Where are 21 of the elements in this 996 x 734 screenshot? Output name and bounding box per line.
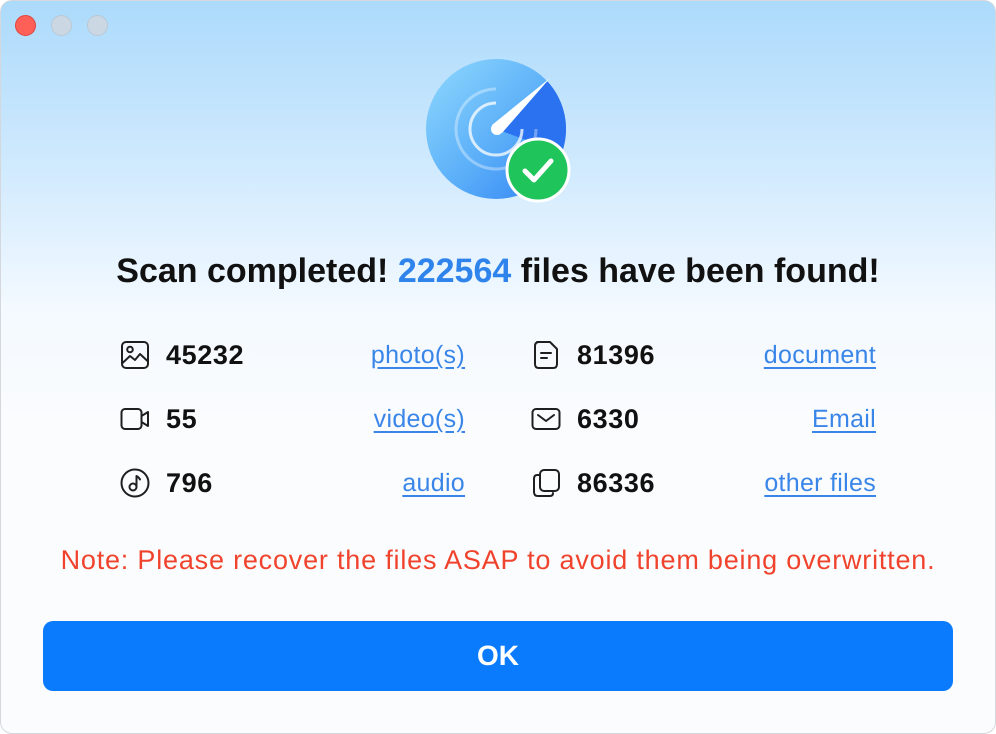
file-count: 6330 <box>577 403 640 436</box>
file-count: 81396 <box>577 339 656 372</box>
category-link[interactable]: audio <box>402 467 465 499</box>
music-note-icon <box>120 468 150 498</box>
stacked-pages-icon <box>531 468 561 498</box>
category-link[interactable]: Email <box>812 403 876 435</box>
category-link[interactable]: photo(s) <box>370 339 465 371</box>
ok-button[interactable]: OK <box>43 621 953 691</box>
file-count: 55 <box>166 403 198 436</box>
warning-note: Note: Please recover the files ASAP to avoid them being overwritten. <box>60 544 936 576</box>
document-icon <box>531 340 561 370</box>
image-icon <box>120 340 150 370</box>
category-link[interactable]: other files <box>764 467 876 499</box>
close-button[interactable] <box>15 15 36 36</box>
file-count: 796 <box>166 467 213 500</box>
category-link[interactable]: document <box>764 339 876 371</box>
file-count: 45232 <box>166 339 244 372</box>
check-badge-icon <box>505 137 571 203</box>
category-link[interactable]: video(s) <box>374 403 465 435</box>
scan-result-heading: Scan completed! 222564 files have been found! <box>115 251 881 291</box>
file-count: 86336 <box>577 467 656 500</box>
